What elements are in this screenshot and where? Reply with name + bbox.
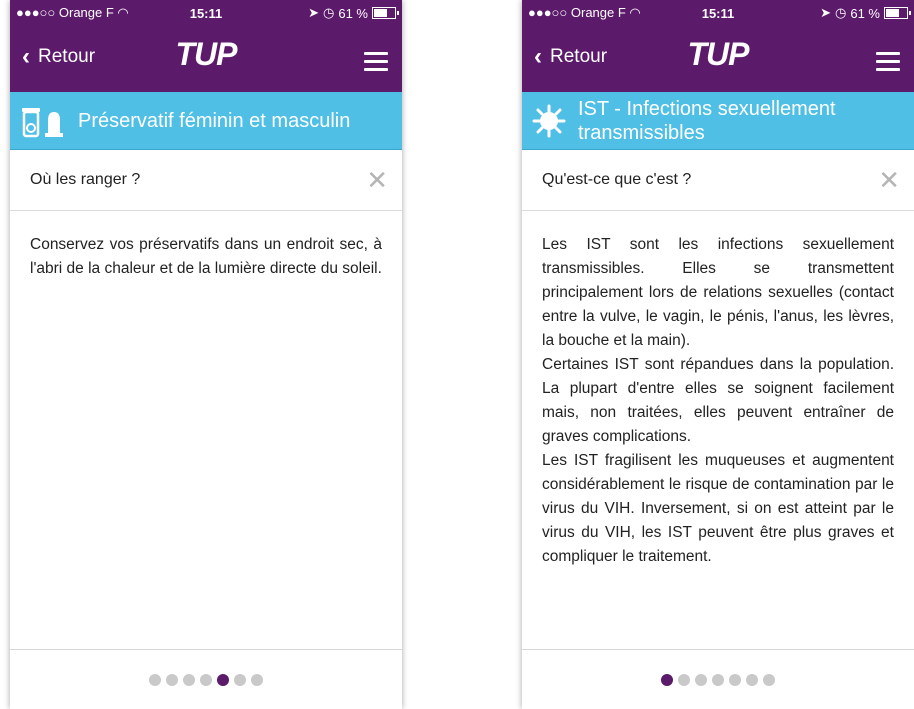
section-banner: IST - Infections sexuellement transmissi… (522, 92, 914, 150)
page-dot[interactable] (149, 673, 161, 686)
page-indicator (522, 649, 914, 709)
battery-percent: 61 % (338, 5, 368, 21)
app-logo: TUP (687, 36, 750, 72)
answer-paragraph: Les IST fragilisent les muqueuses et aug… (542, 452, 894, 565)
battery-percent: 61 % (850, 5, 880, 21)
hamburger-menu-icon[interactable] (364, 52, 388, 76)
section-title: Préservatif féminin et masculin (78, 109, 351, 132)
phone-screen-right: ●●●○○ Orange F ◠ 15:11 ➤ ◷ 61 % ‹ Retour… (522, 0, 914, 709)
close-icon[interactable]: ✕ (878, 165, 900, 196)
page-dot[interactable] (166, 673, 178, 686)
answer-content: Les IST sont les infections sexuellement… (522, 211, 914, 569)
virus-icon (532, 104, 566, 138)
location-icon: ➤ (308, 5, 320, 20)
answer-paragraph: Certaines IST sont répandues dans la pop… (542, 356, 894, 445)
page-dot[interactable] (183, 673, 195, 686)
page-dot[interactable] (746, 673, 758, 686)
battery-icon (372, 7, 399, 19)
clock: 15:11 (701, 5, 735, 21)
page-dot-active[interactable] (661, 673, 673, 686)
page-dot[interactable] (678, 673, 690, 686)
answer-content: Conservez vos préservatifs dans un endro… (10, 211, 402, 281)
page-dot[interactable] (729, 673, 741, 686)
clock: 15:11 (189, 5, 223, 21)
nav-bar: ‹ Retour TUP (522, 26, 914, 92)
question-row: Qu'est-ce que c'est ? ✕ (522, 150, 914, 211)
question-row: Où les ranger ? ✕ (10, 150, 402, 211)
page-dot[interactable] (695, 673, 707, 686)
page-dot[interactable] (251, 673, 263, 686)
wifi-icon: ◠ (117, 5, 129, 20)
question-title: Qu'est-ce que c'est ? (542, 171, 692, 188)
wifi-icon: ◠ (629, 5, 641, 20)
page-dot-active[interactable] (217, 673, 229, 686)
phone-screen-left: ●●●○○ Orange F ◠ 15:11 ➤ ◷ 61 % ‹ Retour… (10, 0, 402, 709)
carrier-label: ●●●○○ Orange F (16, 5, 118, 20)
hamburger-menu-icon[interactable] (876, 52, 900, 76)
close-icon[interactable]: ✕ (366, 165, 388, 196)
section-title: IST - Infections sexuellement transmissi… (578, 97, 836, 144)
battery-icon (884, 7, 911, 19)
answer-paragraph: Conservez vos préservatifs dans un endro… (30, 236, 382, 277)
question-title: Où les ranger ? (30, 171, 141, 188)
carrier-label: ●●●○○ Orange F (528, 5, 630, 20)
nav-bar: ‹ Retour TUP (10, 26, 402, 92)
page-dot[interactable] (763, 673, 775, 686)
app-logo: TUP (175, 36, 238, 72)
section-banner: Préservatif féminin et masculin (10, 92, 402, 150)
location-icon: ➤ (820, 5, 832, 20)
status-bar: ●●●○○ Orange F ◠ 15:11 ➤ ◷ 61 % (522, 0, 914, 26)
page-dot[interactable] (200, 673, 212, 686)
condom-icon (20, 104, 66, 138)
page-dot[interactable] (712, 673, 724, 686)
answer-paragraph: Les IST sont les infections sexuellement… (542, 236, 894, 349)
alarm-icon: ◷ (835, 5, 847, 20)
status-bar: ●●●○○ Orange F ◠ 15:11 ➤ ◷ 61 % (10, 0, 402, 26)
page-indicator (10, 649, 402, 709)
page-dot[interactable] (234, 673, 246, 686)
alarm-icon: ◷ (323, 5, 335, 20)
